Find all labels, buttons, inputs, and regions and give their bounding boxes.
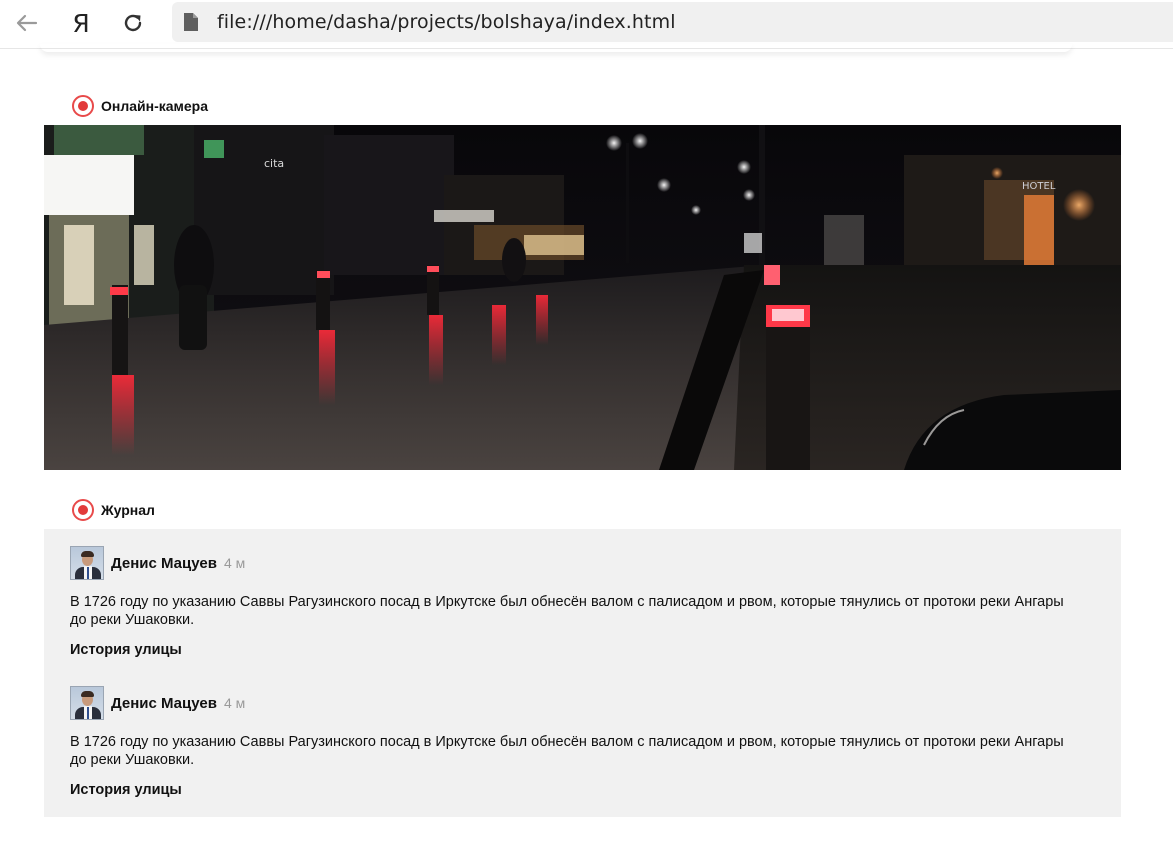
file-icon xyxy=(181,10,201,34)
camera-section-title: Онлайн-камера xyxy=(72,95,208,117)
reload-button[interactable] xyxy=(116,6,150,40)
header-shadow xyxy=(40,44,1072,52)
avatar[interactable] xyxy=(70,686,104,720)
back-arrow-icon xyxy=(16,14,38,32)
camera-video[interactable]: cita HOTEL xyxy=(44,125,1121,470)
address-url[interactable]: file:///home/dasha/projects/bolshaya/ind… xyxy=(217,11,676,33)
entry-text: В 1726 году по указанию Саввы Рагузинско… xyxy=(70,594,1064,628)
avatar[interactable] xyxy=(70,546,104,580)
entry-text: В 1726 году по указанию Саввы Рагузинско… xyxy=(70,734,1064,768)
record-icon xyxy=(72,499,94,521)
entry-tag-link[interactable]: История улицы xyxy=(70,782,1080,798)
entry-timestamp: 4 м xyxy=(223,555,246,571)
record-icon xyxy=(72,95,94,117)
journal-section-title: Журнал xyxy=(72,499,155,521)
author-name[interactable]: Денис Мацуев xyxy=(111,695,217,712)
entry-header: Денис Мацуев 4 м xyxy=(70,686,1080,720)
browser-toolbar: Я file:///home/dasha/projects/bolshaya/i… xyxy=(0,0,1173,49)
camera-frame: cita HOTEL xyxy=(44,125,1121,470)
entry-header: Денис Мацуев 4 м xyxy=(70,546,1080,580)
entry-timestamp: 4 м xyxy=(223,695,246,711)
camera-title-text: Онлайн-камера xyxy=(101,98,209,114)
back-button[interactable] xyxy=(10,6,44,40)
svg-text:cita: cita xyxy=(264,157,284,170)
author-name[interactable]: Денис Мацуев xyxy=(111,555,217,572)
yandex-logo-button[interactable]: Я xyxy=(64,6,98,40)
reload-icon xyxy=(124,14,142,32)
entry-tag-link[interactable]: История улицы xyxy=(70,642,1080,658)
journal-feed: Денис Мацуев 4 м В 1726 году по указанию… xyxy=(44,529,1121,817)
journal-entry: Денис Мацуев 4 м В 1726 году по указанию… xyxy=(70,546,1080,658)
svg-text:HOTEL: HOTEL xyxy=(1022,181,1056,192)
journal-title-text: Журнал xyxy=(101,502,155,518)
journal-entry: Денис Мацуев 4 м В 1726 году по указанию… xyxy=(70,686,1080,798)
address-bar[interactable]: file:///home/dasha/projects/bolshaya/ind… xyxy=(172,2,1173,42)
